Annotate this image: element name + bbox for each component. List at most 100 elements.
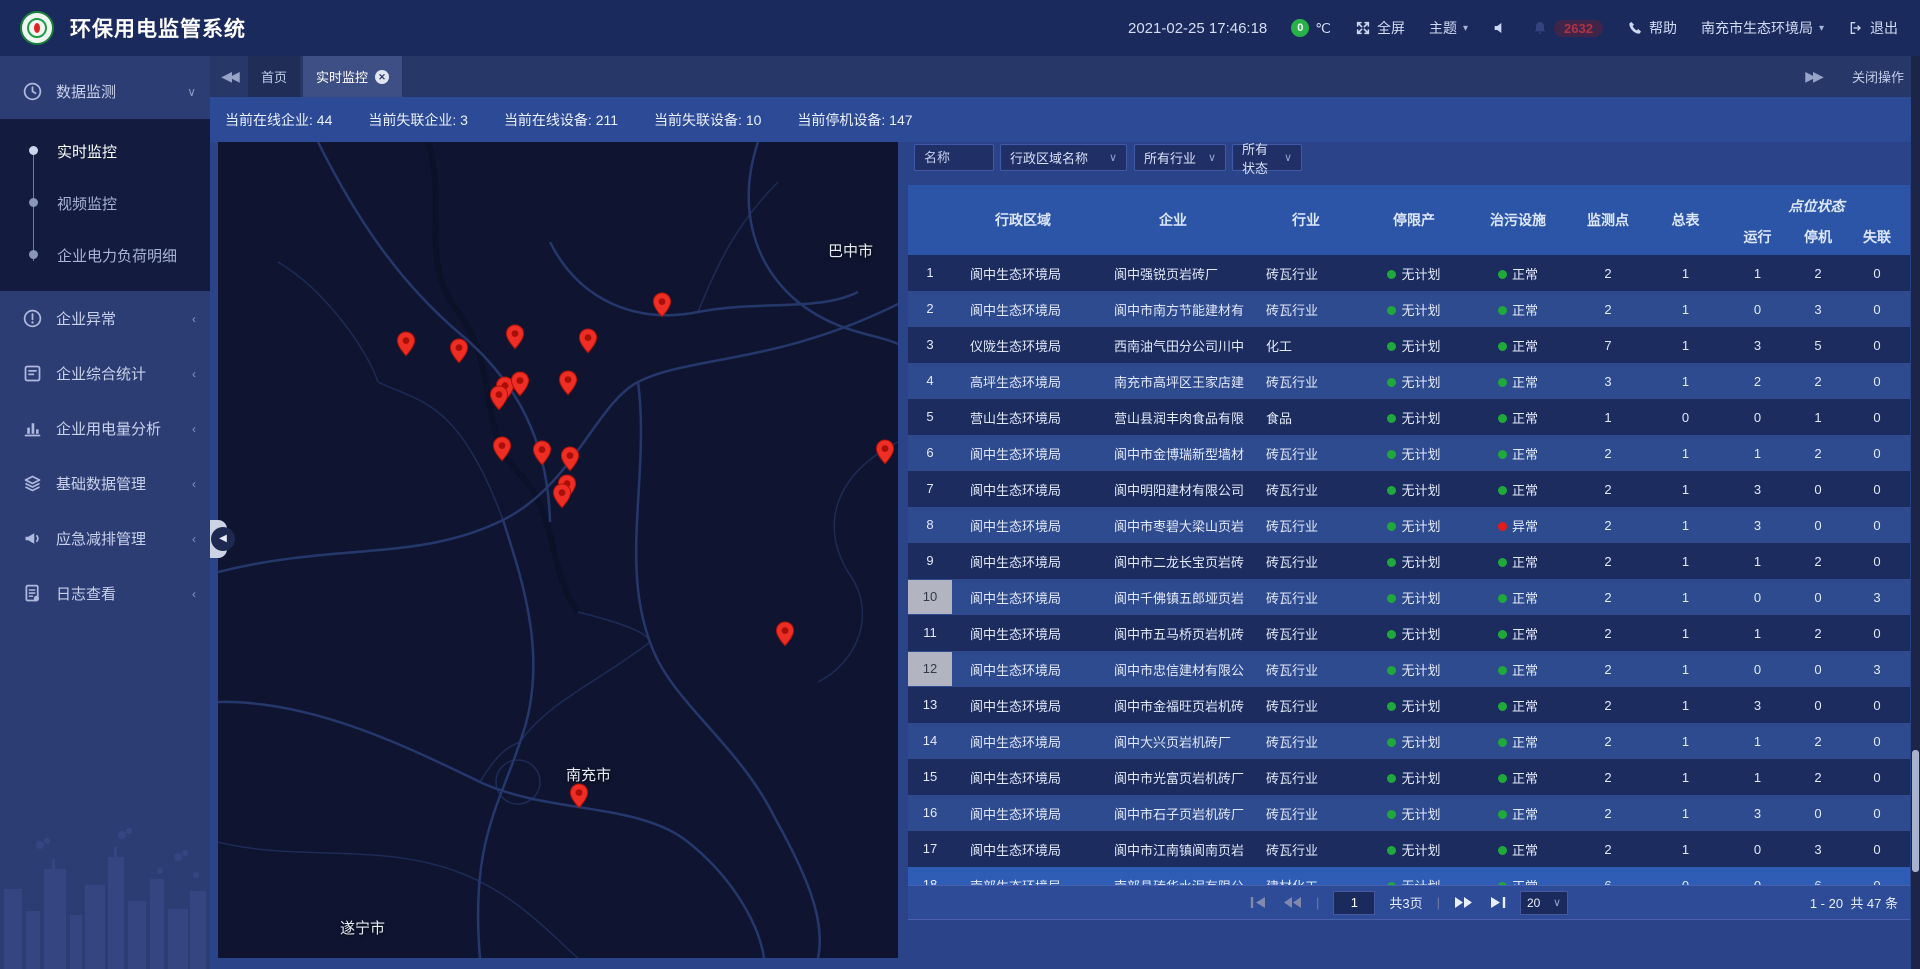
tab-close-icon[interactable]: ✕ (375, 70, 389, 84)
table-row-16[interactable]: 16阆中生态环境局阆中市石子页岩机砖厂砖瓦行业无计划正常21300 (908, 795, 1910, 831)
cell-total-meters: 1 (1648, 302, 1723, 317)
table-row-8[interactable]: 8阆中生态环境局阆中市枣碧大梁山页岩砖瓦行业无计划异常21300 (908, 507, 1910, 543)
sidebar-item-1[interactable]: 数据监测∨ (0, 64, 210, 119)
table-row-15[interactable]: 15阆中生态环境局阆中市光富页岩机砖厂砖瓦行业无计划正常21120 (908, 759, 1910, 795)
table-row-3[interactable]: 3仪陇生态环境局西南油气田分公司川中化工无计划正常71350 (908, 327, 1910, 363)
tab-realtime-monitor[interactable]: 实时监控 ✕ (303, 56, 402, 97)
region-filter-select[interactable]: 行政区域名称 ∨ (1000, 144, 1127, 171)
cell-running: 1 (1723, 446, 1792, 461)
notifications[interactable]: 2632 (1532, 20, 1603, 37)
fullscreen-button[interactable]: 全屏 (1355, 18, 1405, 38)
status-dot-green (1387, 666, 1396, 675)
table-row-12[interactable]: 12阆中生态环境局阆中市忠信建材有限公砖瓦行业无计划正常21003 (908, 651, 1910, 687)
page-first-icon[interactable] (1250, 896, 1269, 909)
cell-production-status: 无计划 (1360, 660, 1468, 679)
map-pin-icon[interactable] (510, 371, 530, 397)
cell-facility-status: 正常 (1468, 552, 1568, 571)
table-row-14[interactable]: 14阆中生态环境局阆中大兴页岩机砖厂砖瓦行业无计划正常21120 (908, 723, 1910, 759)
sidebar-item-2[interactable]: 企业异常‹ (0, 291, 210, 346)
sidebar-subitem[interactable]: 视频监控 (0, 177, 210, 229)
map-pin-icon[interactable] (552, 483, 572, 509)
cell-facility-status: 正常 (1468, 264, 1568, 283)
cell-region: 阆中生态环境局 (952, 696, 1094, 715)
layers-icon (22, 473, 43, 494)
page-prev-icon[interactable] (1283, 896, 1302, 909)
table-row-5[interactable]: 5营山生态环境局营山县润丰肉食品有限食品无计划正常10010 (908, 399, 1910, 435)
map-panel[interactable]: 巴中市南充市遂宁市 (218, 142, 898, 958)
page-input[interactable] (1333, 891, 1375, 915)
table-row-11[interactable]: 11阆中生态环境局阆中市五马桥页岩机砖砖瓦行业无计划正常21120 (908, 615, 1910, 651)
cell-production-status: 无计划 (1360, 840, 1468, 859)
table-row-1[interactable]: 1阆中生态环境局阆中强锐页岩砖厂砖瓦行业无计划正常21120 (908, 255, 1910, 291)
cell-total-meters: 1 (1648, 734, 1723, 749)
map-pin-icon[interactable] (492, 436, 512, 462)
close-operations-button[interactable]: 关闭操作 (1852, 67, 1904, 86)
chevron-down-icon: ∨ (1202, 151, 1216, 164)
sidebar-item-6[interactable]: 应急减排管理‹ (0, 511, 210, 566)
map-pin-icon[interactable] (560, 446, 580, 472)
table-row-6[interactable]: 6阆中生态环境局阆中市金博瑞新型墙材砖瓦行业无计划正常21120 (908, 435, 1910, 471)
map-pin-icon[interactable] (505, 324, 525, 350)
map-pin-icon[interactable] (569, 783, 589, 809)
logout-button[interactable]: 退出 (1848, 18, 1898, 38)
sound-button[interactable] (1492, 20, 1508, 36)
cell-running: 0 (1723, 410, 1792, 425)
sidebar-subitem[interactable]: 企业电力负荷明细 (0, 229, 210, 281)
row-number: 6 (908, 436, 952, 470)
help-button[interactable]: 帮助 (1627, 18, 1677, 38)
cell-lost: 0 (1844, 554, 1910, 569)
page-size-select[interactable]: 20 ∨ (1520, 891, 1568, 915)
sidebar-collapse-handle[interactable]: ◀ (210, 520, 227, 558)
map-pin-icon[interactable] (578, 328, 598, 354)
cell-stopped: 2 (1792, 374, 1844, 389)
name-filter-input[interactable] (914, 144, 994, 171)
map-pin-icon[interactable] (875, 439, 895, 465)
stat-item-3: 当前在线设备: 211 (504, 110, 618, 130)
datetime: 2021-02-25 17:46:18 (1128, 20, 1267, 37)
status-dot-green (1387, 486, 1396, 495)
cell-stopped: 0 (1792, 806, 1844, 821)
sidebar-subitem[interactable]: 实时监控 (0, 125, 210, 177)
cell-running: 0 (1723, 662, 1792, 677)
row-number: 7 (908, 472, 952, 506)
scrollbar-thumb[interactable] (1912, 750, 1919, 872)
table-row-17[interactable]: 17阆中生态环境局阆中市江南镇阆南页岩砖瓦行业无计划正常21030 (908, 831, 1910, 867)
table-row-7[interactable]: 7阆中生态环境局阆中明阳建材有限公司砖瓦行业无计划正常21300 (908, 471, 1910, 507)
sidebar-item-3[interactable]: 企业综合统计‹ (0, 346, 210, 401)
cell-region: 阆中生态环境局 (952, 660, 1094, 679)
table-row-2[interactable]: 2阆中生态环境局阆中市南方节能建材有砖瓦行业无计划正常21030 (908, 291, 1910, 327)
table-row-10[interactable]: 10阆中生态环境局阆中千佛镇五郎垭页岩砖瓦行业无计划正常21003 (908, 579, 1910, 615)
table-row-18[interactable]: 18南部生态环境局南部县砖华水泥有限公建材化工无计划正常60060 (908, 867, 1910, 885)
map-pin-icon[interactable] (489, 385, 509, 411)
map-pin-icon[interactable] (775, 621, 795, 647)
industry-filter-select[interactable]: 所有行业 ∨ (1134, 144, 1226, 171)
temperature-unit: ℃ (1315, 20, 1331, 37)
cell-running: 2 (1723, 374, 1792, 389)
map-pin-icon[interactable] (558, 370, 578, 396)
tabs-scroll-right-icon[interactable]: ▶▶ (1794, 56, 1832, 97)
column-header: 行政区域 (952, 185, 1094, 255)
map-pin-icon[interactable] (652, 292, 672, 318)
status-filter-select[interactable]: 所有状态 ∨ (1232, 144, 1302, 171)
theme-menu[interactable]: 主题 ▾ (1429, 18, 1468, 38)
table-row-13[interactable]: 13阆中生态环境局阆中市金福旺页岩机砖砖瓦行业无计划正常21300 (908, 687, 1910, 723)
sidebar-item-7[interactable]: 日志查看‹ (0, 566, 210, 621)
map-pin-icon[interactable] (449, 338, 469, 364)
page-next-icon[interactable] (1454, 896, 1473, 909)
table-row-9[interactable]: 9阆中生态环境局阆中市二龙长宝页岩砖砖瓦行业无计划正常21120 (908, 543, 1910, 579)
cell-monitor-points: 6 (1568, 878, 1648, 886)
tab-home[interactable]: 首页 (248, 56, 300, 97)
table-row-4[interactable]: 4高坪生态环境局南充市高坪区王家店建砖瓦行业无计划正常31220 (908, 363, 1910, 399)
sidebar-item-4[interactable]: 企业用电量分析‹ (0, 401, 210, 456)
map-pin-icon[interactable] (532, 440, 552, 466)
sidebar: 数据监测∨ 实时监控视频监控企业电力负荷明细企业异常‹企业综合统计‹企业用电量分析… (0, 56, 210, 969)
page-last-icon[interactable] (1487, 896, 1506, 909)
status-dot-green (1387, 810, 1396, 819)
org-menu[interactable]: 南充市生态环境局 ▾ (1701, 18, 1824, 38)
scrollbar[interactable] (1911, 56, 1920, 969)
tabs-scroll-left-icon[interactable]: ◀◀ (210, 56, 248, 97)
status-dot-green (1498, 378, 1507, 387)
map-pin-icon[interactable] (396, 331, 416, 357)
sidebar-item-5[interactable]: 基础数据管理‹ (0, 456, 210, 511)
map-road-network (218, 142, 898, 958)
